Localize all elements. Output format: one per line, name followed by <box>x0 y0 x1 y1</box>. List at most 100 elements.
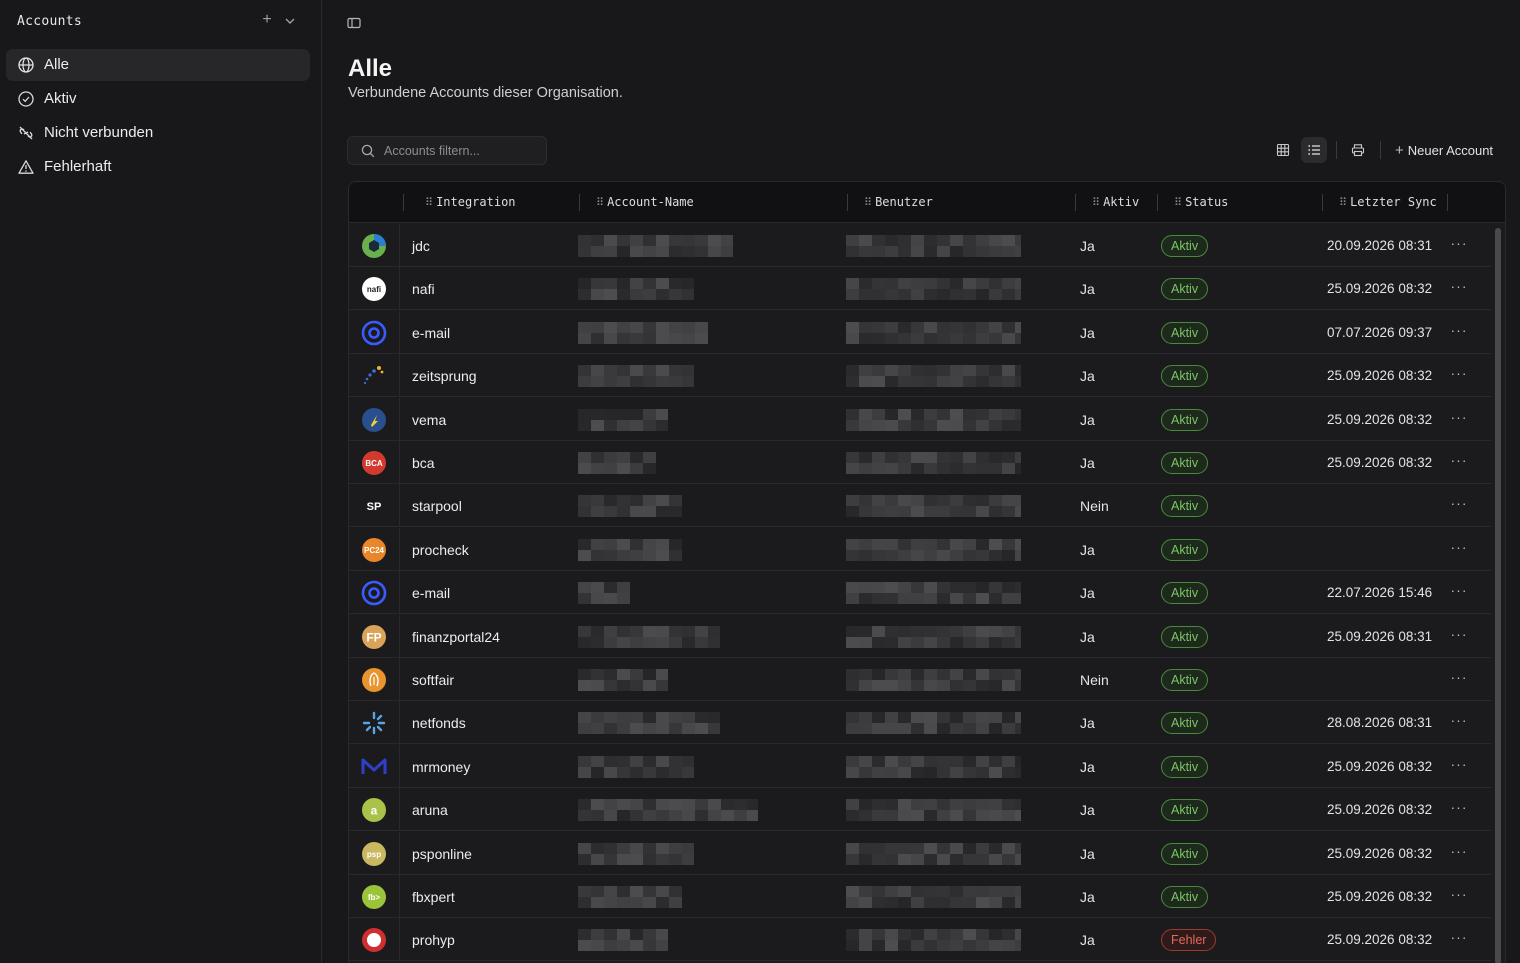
sidebar-item-nicht-verbunden[interactable]: Nicht verbunden <box>6 117 310 149</box>
column-header-integration[interactable]: ⠿ Integration <box>425 195 516 209</box>
more-actions-icon[interactable]: ··· <box>1446 796 1472 822</box>
sidebar-item-label: Nicht verbunden <box>44 124 154 141</box>
plus-icon: + <box>1395 142 1404 159</box>
vertical-scrollbar[interactable] <box>1495 228 1501 963</box>
print-button[interactable] <box>1345 137 1371 163</box>
drag-handle-icon[interactable]: ⠿ <box>864 196 872 209</box>
more-actions-icon[interactable]: ··· <box>1446 406 1472 432</box>
svg-text:a: a <box>371 804 378 818</box>
last-sync-value: 25.09.2026 08:32 <box>1327 932 1433 948</box>
user-redacted <box>846 842 1028 865</box>
column-header-account-name[interactable]: ⠿ Account-Name <box>596 195 694 209</box>
svg-text:FP: FP <box>366 630 381 644</box>
more-actions-icon[interactable]: ··· <box>1446 840 1472 866</box>
sidebar-item-alle[interactable]: Alle <box>6 49 310 81</box>
aktiv-value: Nein <box>1080 498 1109 515</box>
table-row[interactable]: e-mail Ja Aktiv 22.07.2026 15:46 ··· <box>349 571 1491 615</box>
column-divider <box>399 571 400 615</box>
more-actions-icon[interactable]: ··· <box>1446 492 1472 518</box>
last-sync-value: 25.09.2026 08:32 <box>1327 281 1433 297</box>
table-row[interactable]: a aruna Ja Aktiv 25.09.2026 08:32 ··· <box>349 788 1491 832</box>
column-divider[interactable] <box>1157 194 1158 211</box>
last-sync-value: 07.07.2026 09:37 <box>1327 324 1433 340</box>
table-row[interactable]: e-mail Ja Aktiv 07.07.2026 09:37 ··· <box>349 310 1491 354</box>
integration-logo-icon <box>361 233 387 259</box>
status-badge: Aktiv <box>1161 452 1209 474</box>
table-row[interactable]: vema Ja Aktiv 25.09.2026 08:32 ··· <box>349 397 1491 441</box>
aktiv-value: Ja <box>1080 628 1095 645</box>
drag-handle-icon[interactable]: ⠿ <box>1339 196 1347 209</box>
table-row[interactable]: PC24 procheck Ja Aktiv ··· <box>349 527 1491 571</box>
table-row[interactable]: softfair Nein Aktiv ··· <box>349 658 1491 701</box>
list-view-button[interactable] <box>1301 137 1327 163</box>
aktiv-value: Ja <box>1080 932 1095 949</box>
aktiv-value: Ja <box>1080 541 1095 558</box>
grid-view-button[interactable] <box>1270 137 1296 163</box>
drag-handle-icon[interactable]: ⠿ <box>1174 196 1182 209</box>
toolbar-divider <box>1380 141 1381 159</box>
more-actions-icon[interactable]: ··· <box>1446 926 1472 952</box>
more-actions-icon[interactable]: ··· <box>1446 623 1472 649</box>
new-account-button[interactable]: + Neuer Account <box>1395 142 1493 160</box>
accounts-table: ⠿ Integration ⠿ Account-Name ⠿ Benutzer ⠿ Ak… <box>348 181 1506 963</box>
table-row[interactable]: psp psponline Ja Aktiv 25.09.2026 08:32 ··· <box>349 831 1491 875</box>
integration-name: softfair <box>412 672 455 688</box>
integration-name: bca <box>412 455 435 471</box>
column-divider[interactable] <box>1075 194 1076 211</box>
table-row[interactable]: BCA bca Ja Aktiv 25.09.2026 08:32 ··· <box>349 441 1491 484</box>
user-redacted <box>846 799 1028 822</box>
more-actions-icon[interactable]: ··· <box>1446 319 1472 345</box>
more-actions-icon[interactable]: ··· <box>1446 362 1472 388</box>
table-row[interactable]: nafi nafi Ja Aktiv 25.09.2026 08:32 ··· <box>349 267 1491 311</box>
sidebar-item-fehlerhaft[interactable]: Fehlerhaft <box>6 151 310 183</box>
table-row[interactable]: mrmoney Ja Aktiv 25.09.2026 08:32 ··· <box>349 744 1491 788</box>
more-actions-icon[interactable]: ··· <box>1446 753 1472 779</box>
aktiv-value: Ja <box>1080 715 1095 732</box>
more-actions-icon[interactable]: ··· <box>1446 232 1472 258</box>
add-account-icon[interactable]: + <box>259 11 275 31</box>
account-name-redacted <box>578 235 734 257</box>
more-actions-icon[interactable]: ··· <box>1446 579 1472 605</box>
table-row[interactable]: fb> fbxpert Ja Aktiv 25.09.2026 08:32 ··· <box>349 875 1491 918</box>
search-input[interactable] <box>384 142 534 160</box>
column-header-benutzer[interactable]: ⠿ Benutzer <box>864 195 933 209</box>
more-actions-icon[interactable]: ··· <box>1446 536 1472 562</box>
column-divider[interactable] <box>579 194 580 211</box>
integration-logo-icon: nafi <box>361 276 387 302</box>
column-divider[interactable] <box>1447 194 1448 211</box>
table-row[interactable]: zeitsprung Ja Aktiv 25.09.2026 08:32 ··· <box>349 354 1491 398</box>
chevron-down-icon[interactable] <box>282 12 298 30</box>
table-row[interactable]: jdc Ja Aktiv 20.09.2026 08:31 ··· <box>349 224 1491 267</box>
integration-name: psponline <box>412 845 472 862</box>
column-divider[interactable] <box>1322 194 1323 211</box>
sidebar-item-aktiv[interactable]: Aktiv <box>6 83 310 115</box>
more-actions-icon[interactable]: ··· <box>1446 883 1472 909</box>
status-badge: Aktiv <box>1161 842 1209 865</box>
column-header-status[interactable]: ⠿ Status <box>1174 195 1228 209</box>
svg-text:PC24: PC24 <box>364 546 385 555</box>
table-row[interactable]: FP finanzportal24 Ja Aktiv 25.09.2026 08:31 ·… <box>349 614 1491 658</box>
more-actions-icon[interactable]: ··· <box>1446 449 1472 475</box>
account-name-redacted <box>578 799 760 822</box>
sidebar-toggle-icon[interactable] <box>346 15 362 31</box>
search-icon <box>361 144 375 158</box>
last-sync-value: 25.09.2026 08:32 <box>1327 411 1433 427</box>
column-header-letzter-sync[interactable]: ⠿ Letzter Sync <box>1339 195 1437 209</box>
column-divider[interactable] <box>847 194 848 211</box>
table-row[interactable]: SP starpool Nein Aktiv ··· <box>349 484 1491 528</box>
table-row[interactable]: prohyp Ja Fehler 25.09.2026 08:32 ··· <box>349 918 1491 962</box>
drag-handle-icon[interactable]: ⠿ <box>425 196 433 209</box>
status-badge: Aktiv <box>1161 495 1209 518</box>
drag-handle-icon[interactable]: ⠿ <box>596 196 604 209</box>
aktiv-value: Ja <box>1080 889 1095 905</box>
page-subtitle: Verbundene Accounts dieser Organisation. <box>348 85 623 101</box>
table-row[interactable]: netfonds Ja Aktiv 28.08.2026 08:31 ··· <box>349 701 1491 745</box>
more-actions-icon[interactable]: ··· <box>1446 275 1472 301</box>
sidebar-item-label: Aktiv <box>44 90 77 107</box>
search-box[interactable] <box>347 136 547 165</box>
column-header-aktiv[interactable]: ⠿ Aktiv <box>1092 195 1139 209</box>
aktiv-value: Nein <box>1080 672 1109 688</box>
drag-handle-icon[interactable]: ⠿ <box>1092 196 1100 209</box>
more-actions-icon[interactable]: ··· <box>1446 666 1472 692</box>
more-actions-icon[interactable]: ··· <box>1446 709 1472 735</box>
